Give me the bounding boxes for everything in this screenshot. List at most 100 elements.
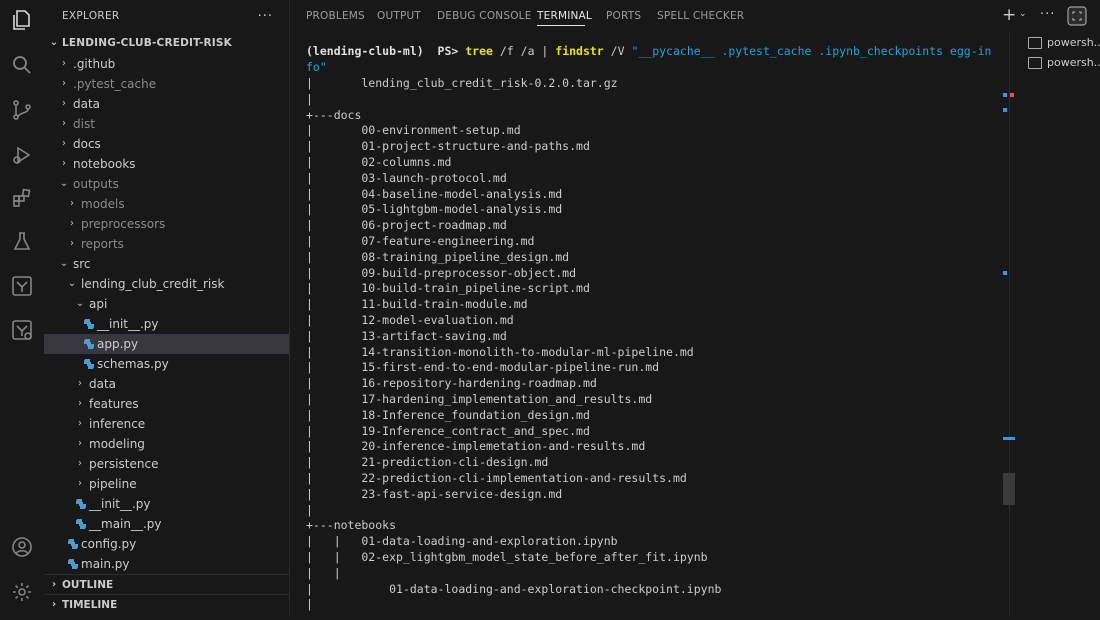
- chevron-right-icon: ›: [62, 118, 66, 129]
- terminal-line: | 04-baseline-model-analysis.md: [306, 186, 563, 201]
- chevron-right-icon: ›: [62, 158, 66, 169]
- folder-item[interactable]: › dist: [44, 114, 289, 134]
- folder-item[interactable]: › persistence: [44, 454, 289, 474]
- terminal-string-arg: "__pycache__ .pytest_cache .ipynb_checkp…: [631, 44, 992, 58]
- tree-item-label: notebooks: [73, 157, 136, 171]
- search-icon[interactable]: [8, 51, 36, 79]
- explorer-header: EXPLORER ···: [44, 0, 289, 32]
- folder-item[interactable]: › reports: [44, 234, 289, 254]
- folder-item[interactable]: ⌄ outputs: [44, 174, 289, 194]
- chevron-right-icon: ›: [78, 418, 82, 429]
- folder-item[interactable]: ⌄ api: [44, 294, 289, 314]
- terminal-line: | 06-project-roadmap.md: [306, 218, 507, 233]
- chevron-right-icon: ›: [62, 98, 66, 109]
- chevron-down-icon: ⌄: [59, 258, 69, 269]
- folder-item[interactable]: › modeling: [44, 434, 289, 454]
- terminal-line: | 23-fast-api-service-design.md: [306, 486, 563, 501]
- file-tree: › .github › .pytest_cache › data › dist › docs › no…: [44, 54, 289, 574]
- tree-item-label: __init__.py: [89, 497, 151, 511]
- terminal-line: +---docs: [306, 107, 362, 122]
- folder-item[interactable]: ⌄ lending_club_credit_risk: [44, 274, 289, 294]
- tab-ports[interactable]: PORTS: [606, 10, 641, 22]
- tab-output[interactable]: OUTPUT: [377, 10, 421, 22]
- ml-alt-icon[interactable]: [8, 316, 36, 344]
- tree-item-label: api: [89, 297, 108, 311]
- file-item[interactable]: __init__.py: [44, 314, 289, 334]
- timeline-label: TIMELINE: [62, 599, 118, 611]
- activity-bar: [0, 0, 45, 620]
- tab-problems[interactable]: PROBLEMS: [306, 10, 365, 22]
- chevron-right-icon: ›: [62, 78, 66, 89]
- terminal-line: | 02-columns.md: [306, 155, 452, 169]
- more-actions-icon[interactable]: ···: [258, 9, 273, 24]
- tree-item-label: config.py: [81, 537, 137, 551]
- file-item[interactable]: __main__.py: [44, 514, 289, 534]
- tab-debug-console[interactable]: DEBUG CONSOLE: [437, 10, 532, 22]
- folder-item[interactable]: › docs: [44, 134, 289, 154]
- terminal-line: | 20-inference-implemetation-and-results…: [306, 439, 646, 454]
- account-icon[interactable]: [8, 533, 36, 561]
- chevron-down-icon[interactable]: ⌄: [1019, 9, 1027, 19]
- tree-item-label: src: [73, 257, 91, 271]
- terminal-line: |: [306, 597, 313, 612]
- timeline-section[interactable]: › TIMELINE: [44, 594, 289, 615]
- active-tab-indicator: [537, 25, 585, 26]
- folder-item[interactable]: › data: [44, 374, 289, 394]
- terminal-line: | 00-environment-setup.md: [306, 123, 521, 138]
- folder-item[interactable]: › data: [44, 94, 289, 114]
- tree-item-label: data: [73, 97, 101, 111]
- more-actions-icon[interactable]: ···: [1040, 7, 1055, 22]
- terminal-scrollbar-thumb[interactable]: [1003, 473, 1015, 505]
- explorer-title: EXPLORER: [62, 10, 120, 22]
- tab-terminal[interactable]: TERMINAL: [537, 10, 592, 22]
- terminal-line: | 01-data-loading-and-exploration-checkp…: [306, 581, 722, 596]
- file-item[interactable]: __init__.py: [44, 494, 289, 514]
- maximize-panel-icon[interactable]: [1067, 6, 1087, 30]
- settings-icon[interactable]: [8, 578, 36, 606]
- folder-item[interactable]: › pipeline: [44, 474, 289, 494]
- terminal-line: | 05-lightgbm-model-analysis.md: [306, 202, 563, 217]
- scroll-marker: [1003, 437, 1015, 440]
- explorer-icon[interactable]: [8, 6, 36, 34]
- chevron-right-icon: ›: [51, 579, 57, 590]
- tab-spell-checker[interactable]: SPELL CHECKER: [657, 10, 744, 22]
- chevron-down-icon: ⌄: [59, 178, 69, 189]
- new-terminal-icon[interactable]: +: [1002, 5, 1016, 25]
- extensions-icon[interactable]: [8, 184, 36, 212]
- outline-section[interactable]: › OUTLINE: [44, 574, 289, 595]
- tree-item-label: outputs: [73, 177, 119, 191]
- testing-icon[interactable]: [8, 228, 36, 256]
- folder-item[interactable]: › features: [44, 394, 289, 414]
- explorer-sidebar: EXPLORER ··· ⌄ LENDING-CLUB-CREDIT-RISK …: [44, 0, 290, 620]
- terminal-list-item[interactable]: powersh...: [1022, 53, 1100, 73]
- terminal-list-item[interactable]: powersh...: [1022, 33, 1100, 53]
- folder-item[interactable]: › inference: [44, 414, 289, 434]
- file-item[interactable]: config.py: [44, 534, 289, 554]
- chevron-right-icon: ›: [62, 138, 66, 149]
- tree-item-label: reports: [81, 237, 124, 251]
- ml-icon[interactable]: [8, 272, 36, 300]
- tree-item-label: main.py: [81, 557, 130, 571]
- chevron-right-icon: ›: [78, 458, 82, 469]
- run-debug-icon[interactable]: [8, 141, 36, 169]
- folder-item[interactable]: › notebooks: [44, 154, 289, 174]
- tree-item-label: dist: [73, 117, 95, 131]
- file-item[interactable]: main.py: [44, 554, 289, 574]
- source-control-icon[interactable]: [8, 96, 36, 124]
- scroll-marker: [1003, 271, 1007, 275]
- chevron-right-icon: ›: [78, 438, 82, 449]
- explorer-root-folder[interactable]: ⌄ LENDING-CLUB-CREDIT-RISK: [44, 32, 289, 54]
- folder-item[interactable]: › models: [44, 194, 289, 214]
- folder-item[interactable]: › .pytest_cache: [44, 74, 289, 94]
- terminal-line: | 22-prediction-cli-implementation-and-r…: [306, 471, 687, 485]
- terminal-line: | 21-prediction-cli-design.md: [306, 455, 549, 470]
- root-folder-label: LENDING-CLUB-CREDIT-RISK: [62, 37, 233, 49]
- file-item[interactable]: app.py: [44, 334, 289, 354]
- file-item[interactable]: schemas.py: [44, 354, 289, 374]
- folder-item[interactable]: › .github: [44, 54, 289, 74]
- folder-item[interactable]: › preprocessors: [44, 214, 289, 234]
- folder-item[interactable]: ⌄ src: [44, 254, 289, 274]
- python-file-icon: [84, 339, 94, 349]
- terminal-line: |: [306, 502, 313, 517]
- chevron-right-icon: ›: [70, 198, 74, 209]
